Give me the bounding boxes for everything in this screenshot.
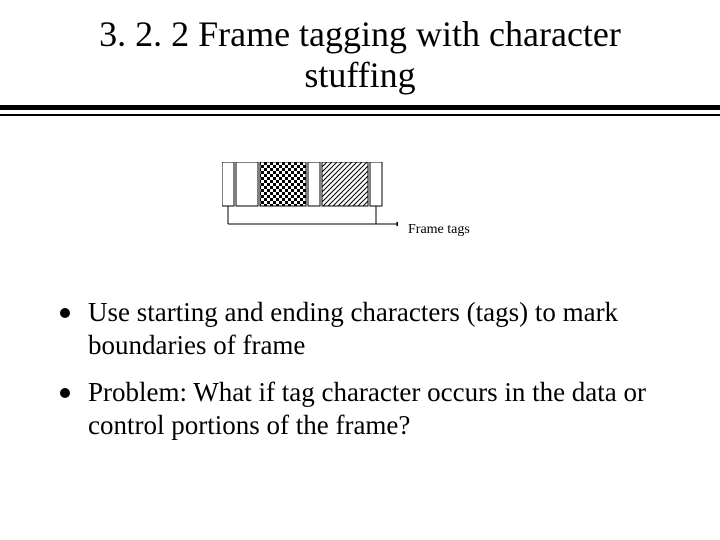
bullet-list: Use starting and ending characters (tags… [60,296,660,456]
bullet-icon [60,388,70,398]
bullet-text: Use starting and ending characters (tags… [88,296,660,362]
list-item: Problem: What if tag character occurs in… [60,376,660,442]
diagram-label: Frame tags [408,222,470,238]
bullet-text: Problem: What if tag character occurs in… [88,376,660,442]
slide: 3. 2. 2 Frame tagging with character stu… [0,0,720,540]
slide-title: 3. 2. 2 Frame tagging with character stu… [0,0,720,105]
horizontal-rule [0,105,720,116]
list-item: Use starting and ending characters (tags… [60,296,660,362]
bullet-icon [60,308,70,318]
frame-diagram [222,162,398,242]
